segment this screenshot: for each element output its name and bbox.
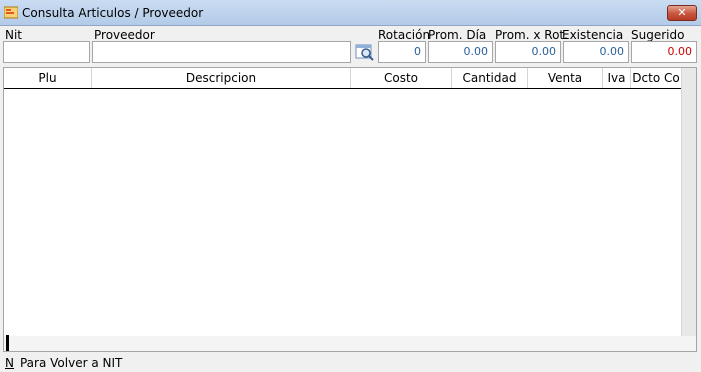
close-icon: ✕ [677, 6, 687, 19]
existencia-label: Existencia [562, 28, 624, 42]
horizontal-scrollbar[interactable] [4, 336, 696, 351]
col-dcto[interactable]: Dcto Co [631, 68, 681, 88]
proveedor-label: Proveedor [94, 28, 155, 42]
close-button[interactable]: ✕ [667, 5, 697, 21]
col-iva[interactable]: Iva [603, 68, 631, 88]
window-title: Consulta Articulos / Proveedor [22, 6, 204, 20]
col-cantidad[interactable]: Cantidad [452, 68, 528, 88]
col-costo[interactable]: Costo [351, 68, 452, 88]
row-cursor [6, 335, 9, 351]
rotacion-label: Rotación [378, 28, 431, 42]
app-icon [4, 6, 18, 19]
status-bar: N Para Volver a NIT [5, 356, 122, 370]
sugerido-label: Sugerido [631, 28, 685, 42]
articles-grid[interactable]: Plu Descripcion Costo Cantidad Venta Iva… [3, 67, 697, 352]
col-plu[interactable]: Plu [4, 68, 92, 88]
status-text: Para Volver a NIT [19, 356, 123, 370]
prom-rot-field[interactable]: 0.00 [495, 41, 561, 63]
vertical-scrollbar[interactable] [681, 68, 696, 336]
nit-field[interactable] [3, 41, 90, 63]
col-descripcion[interactable]: Descripcion [92, 68, 351, 88]
prom-dia-field[interactable]: 0.00 [428, 41, 493, 63]
col-venta[interactable]: Venta [528, 68, 603, 88]
lookup-icon[interactable] [355, 43, 375, 61]
existencia-field[interactable]: 0.00 [563, 41, 629, 63]
rotacion-field[interactable]: 0 [378, 41, 426, 63]
grid-header: Plu Descripcion Costo Cantidad Venta Iva… [4, 68, 681, 89]
sugerido-field[interactable]: 0.00 [631, 41, 697, 63]
prom-rot-label: Prom. x Rot. [495, 28, 568, 42]
proveedor-field[interactable] [92, 41, 351, 63]
prom-dia-label: Prom. Día [428, 28, 487, 42]
title-bar: Consulta Articulos / Proveedor ✕ [0, 0, 701, 26]
nit-label: Nit [5, 28, 23, 42]
status-key: N [5, 356, 14, 370]
